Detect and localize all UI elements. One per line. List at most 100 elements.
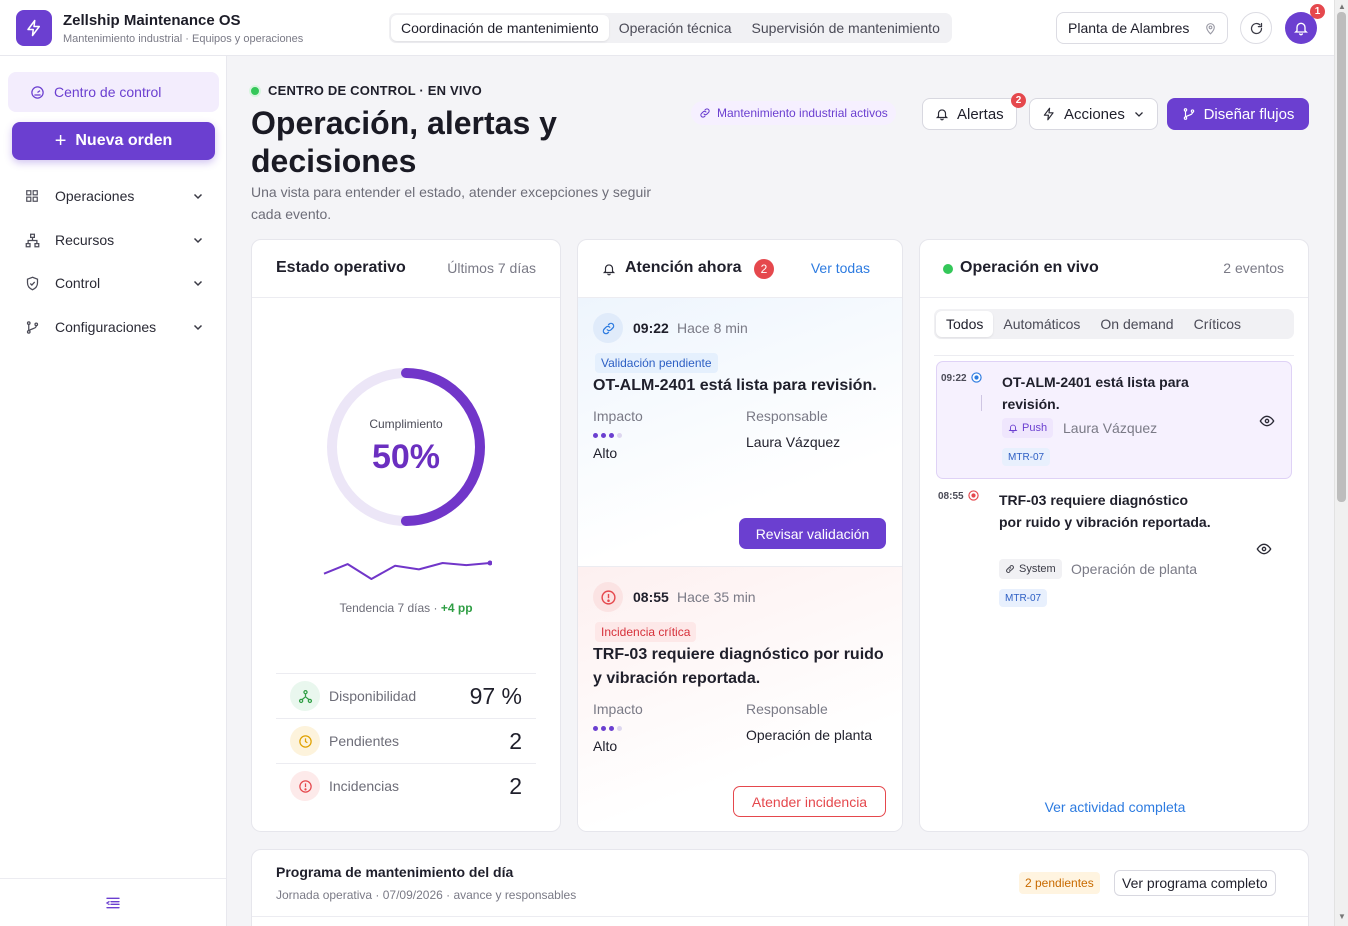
live-dot [943,264,953,274]
sidebar-item-operations[interactable]: Operaciones [22,181,212,211]
scroll-up-icon[interactable]: ▲ [1338,2,1346,11]
app-logo[interactable] [16,10,52,46]
event-count: 2 eventos [1223,260,1284,276]
eye-icon[interactable] [1256,541,1272,557]
new-order-button[interactable]: + Nueva orden [12,122,215,160]
filter-tab-automatic[interactable]: Automáticos [993,311,1090,337]
event-status-dot-icon [968,490,979,501]
attention-ago: Hace 8 min [677,320,748,336]
bell-icon [935,107,949,121]
hierarchy-icon [22,233,42,248]
scroll-down-icon[interactable]: ▼ [1338,912,1346,921]
plant-selector[interactable]: Planta de Alambres [1056,12,1228,44]
mode-tab-coordination[interactable]: Coordinación de mantenimiento [391,15,609,41]
attention-count-badge: 2 [754,259,774,279]
gauge-icon [30,85,45,100]
filter-tab-all[interactable]: Todos [936,311,994,337]
status-badge: Validación pendiente [595,353,718,373]
kpi-label: Pendientes [329,733,400,749]
attention-title: OT-ALM-2401 está lista para revisión. [593,377,877,394]
branch-icon [1182,107,1196,121]
sidebar-item-label: Control [55,275,101,291]
active-context-chip[interactable]: Mantenimiento industrial activos [691,101,896,125]
attention-time: 08:55 [633,589,669,605]
pending-badge: 2 pendientes [1019,872,1100,894]
mode-tab-technical[interactable]: Operación técnica [609,15,742,41]
divider [934,355,1294,356]
card-subtitle: Jornada operativa · 07/09/2026 · avance … [276,888,577,902]
kpi-label: Disponibilidad [329,688,417,704]
actions-label: Acciones [1064,105,1125,123]
event-title: OT-ALM-2401 está lista para revisión. [1002,374,1189,412]
gauge-label: Cumplimiento [369,417,443,431]
design-flows-label: Diseñar flujos [1203,105,1295,123]
trend-summary: Tendencia 7 días · +4 pp [252,601,560,615]
sparkline-endpoint [487,560,492,566]
kpi-availability: Disponibilidad 97 % [276,673,536,718]
chevron-down-icon[interactable] [192,277,204,289]
bolt-icon [1042,107,1056,121]
clock-icon [290,726,320,756]
sidebar-item-settings[interactable]: Configuraciones [22,312,212,342]
see-all-alerts-link[interactable]: Ver todas [811,260,870,276]
owner-label: Responsable [746,701,828,717]
filter-tab-on-demand[interactable]: On demand [1090,311,1183,337]
attention-card: Atención ahora 2 Ver todas 09:22 Hace 8 … [577,239,903,832]
branch-icon [22,320,42,335]
actions-button[interactable]: Acciones [1029,98,1158,130]
period-selector[interactable]: Últimos 7 días [447,260,536,276]
trend-sparkline [323,560,492,580]
grid-icon [22,189,42,203]
design-flows-button[interactable]: Diseñar flujos [1167,98,1309,130]
sidebar: Centro de control + Nueva orden Operacio… [0,56,227,926]
sidebar-item-control-center[interactable]: Centro de control [8,72,219,112]
map-pin-icon [1206,23,1215,35]
attend-incident-button[interactable]: Atender incidencia [733,786,886,817]
card-title: Estado operativo [276,259,406,276]
alerts-label: Alertas [957,105,1004,123]
bolt-icon [27,19,40,37]
attention-item: 08:55 Hace 35 min Incidencia crítica TRF… [578,566,902,831]
attention-title: TRF-03 requiere diagnóstico por ruido y … [593,646,884,687]
kpi-pending: Pendientes 2 [276,718,536,763]
card-title: Atención ahora [625,259,742,276]
see-all-activity-link[interactable]: Ver actividad completa [920,799,1308,815]
live-event-item[interactable]: 09:22 OT-ALM-2401 está lista para revisi… [936,361,1292,479]
network-icon [290,681,320,711]
maintenance-program-card: Programa de mantenimiento del día Jornad… [251,849,1309,926]
app-subtitle: Mantenimiento industrial · Equipos y ope… [63,33,304,45]
impact-label: Impacto [593,701,643,717]
review-validation-button[interactable]: Revisar validación [739,518,886,549]
sidebar-item-control[interactable]: Control [22,268,212,298]
collapse-sidebar-icon[interactable] [105,895,121,911]
eye-icon[interactable] [1259,413,1275,429]
filter-tab-critical[interactable]: Críticos [1184,311,1251,337]
event-owner: Laura Vázquez [1063,420,1158,436]
refresh-button[interactable] [1240,12,1272,44]
status-badge: Incidencia crítica [595,622,697,642]
sidebar-item-resources[interactable]: Recursos [22,225,212,255]
trend-delta: +4 pp [440,601,473,615]
channel-chip: Push [1002,418,1054,438]
impact-level-dots [593,433,622,438]
event-title: TRF-03 requiere diagnóstico por ruido y … [999,492,1211,530]
asset-code-badge: MTR-07 [999,589,1048,607]
live-dot [249,84,261,97]
alerts-button[interactable]: Alertas [922,98,1017,130]
mode-tab-supervision[interactable]: Supervisión de mantenimiento [742,15,950,41]
scrollbar-thumb[interactable] [1337,12,1346,502]
see-full-program-button[interactable]: Ver programa completo [1114,870,1276,896]
live-event-item[interactable]: 08:55 TRF-03 requiere diagnóstico por ru… [936,489,1292,613]
kpi-label: Incidencias [329,778,400,794]
link-icon [699,107,711,119]
new-order-label: Nueva orden [75,132,173,149]
mode-switcher: Coordinación de mantenimiento Operación … [389,13,952,43]
card-header: Operación en vivo 2 eventos [920,240,1308,298]
chevron-down-icon[interactable] [192,321,204,333]
chevron-down-icon[interactable] [192,190,204,202]
chevron-down-icon[interactable] [192,234,204,246]
card-title: Programa de mantenimiento del día [276,864,514,880]
plant-name: Planta de Alambres [1068,20,1190,36]
live-indicator: CENTRO DE CONTROL · EN VIVO [249,83,482,98]
page-scrollbar[interactable]: ▲ ▼ [1334,0,1348,926]
